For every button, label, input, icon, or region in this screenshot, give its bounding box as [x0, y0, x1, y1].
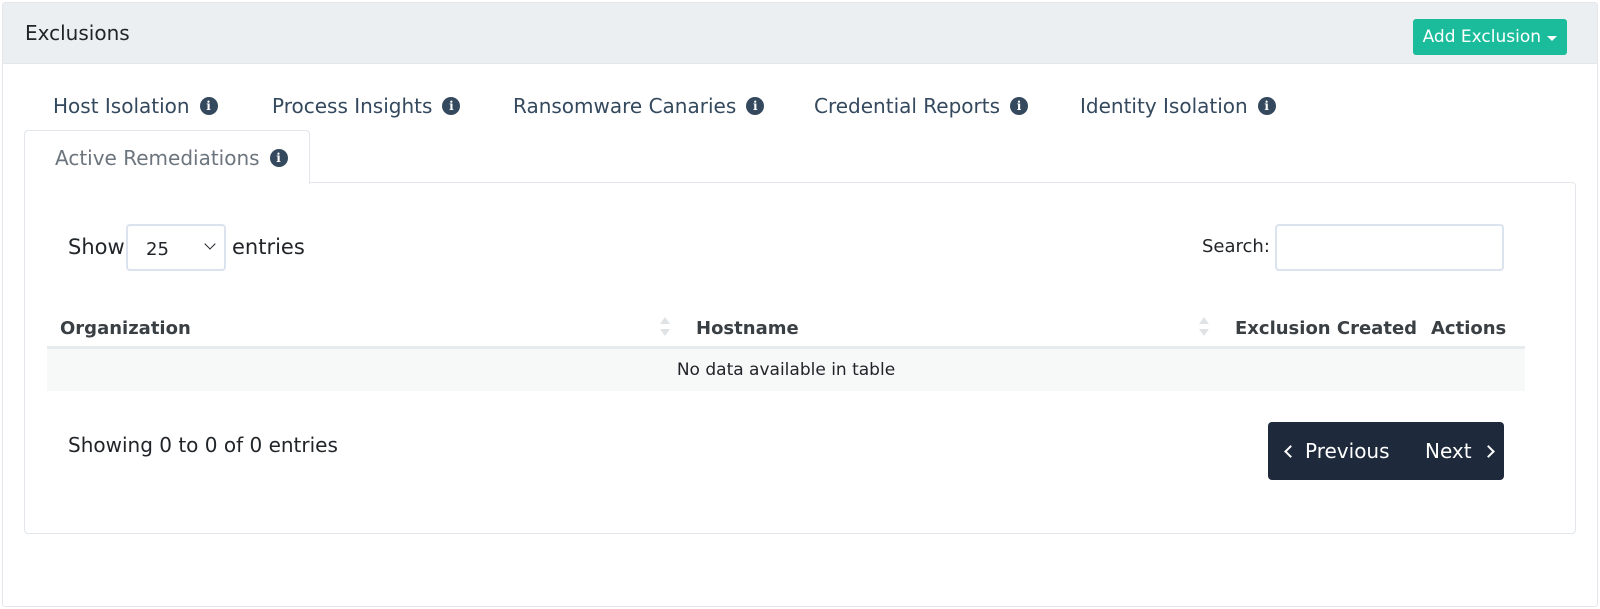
search-input[interactable] — [1275, 224, 1504, 271]
column-header-organization[interactable]: Organization — [60, 318, 191, 339]
column-header-hostname[interactable]: Hostname — [696, 318, 799, 339]
chevron-down-icon — [204, 238, 216, 250]
add-exclusion-button[interactable]: Add Exclusion — [1412, 19, 1567, 55]
show-label: Show — [68, 235, 125, 259]
tab-label: Credential Reports — [814, 94, 1001, 118]
column-header-actions: Actions — [1431, 318, 1507, 339]
tab-label: Host Isolation — [53, 94, 190, 118]
panel-header: Exclusions Add Exclusion — [3, 3, 1597, 64]
info-icon[interactable]: i — [199, 97, 218, 115]
search-label: Search: — [1202, 236, 1270, 257]
previous-label: Previous — [1305, 439, 1390, 463]
tab-credential-reports[interactable]: Credential Reports i — [814, 94, 1029, 118]
tab-identity-isolation[interactable]: Identity Isolation i — [1080, 94, 1276, 118]
tab-content-panel: Show 25 entries Search: Organization Hos… — [24, 182, 1576, 534]
entries-label: entries — [232, 235, 305, 259]
table-info: Showing 0 to 0 of 0 entries — [68, 433, 338, 457]
tab-label: Process Insights — [272, 94, 433, 118]
tab-label: Ransomware Canaries — [513, 94, 737, 118]
previous-button[interactable]: Previous — [1268, 422, 1408, 480]
sort-icon[interactable] — [1199, 317, 1209, 339]
sort-icon[interactable] — [660, 317, 670, 339]
info-icon[interactable]: i — [1257, 97, 1276, 115]
info-icon[interactable]: i — [442, 97, 461, 115]
add-exclusion-label: Add Exclusion — [1422, 27, 1541, 47]
table-empty-row: No data available in table — [47, 349, 1525, 391]
tab-ransomware-canaries[interactable]: Ransomware Canaries i — [513, 94, 765, 118]
column-header-exclusion-created[interactable]: Exclusion Created — [1235, 318, 1417, 339]
next-button[interactable]: Next — [1408, 422, 1504, 480]
page-title: Exclusions — [25, 21, 130, 45]
chevron-left-icon — [1284, 444, 1297, 458]
tab-active-remediations[interactable]: Active Remediations i — [24, 130, 310, 184]
info-icon[interactable]: i — [746, 97, 765, 115]
next-label: Next — [1425, 439, 1472, 463]
caret-down-icon — [1547, 35, 1557, 41]
page-size-value: 25 — [146, 239, 169, 260]
page-size-select[interactable]: 25 — [126, 224, 226, 271]
info-icon[interactable]: i — [269, 148, 288, 167]
info-icon[interactable]: i — [1010, 97, 1029, 115]
pagination: Previous Next — [1268, 422, 1504, 480]
chevron-right-icon — [1481, 444, 1495, 458]
tab-host-isolation[interactable]: Host Isolation i — [53, 94, 218, 118]
tab-label: Identity Isolation — [1080, 94, 1248, 118]
tab-label: Active Remediations — [55, 145, 260, 170]
tab-process-insights[interactable]: Process Insights i — [272, 94, 461, 118]
